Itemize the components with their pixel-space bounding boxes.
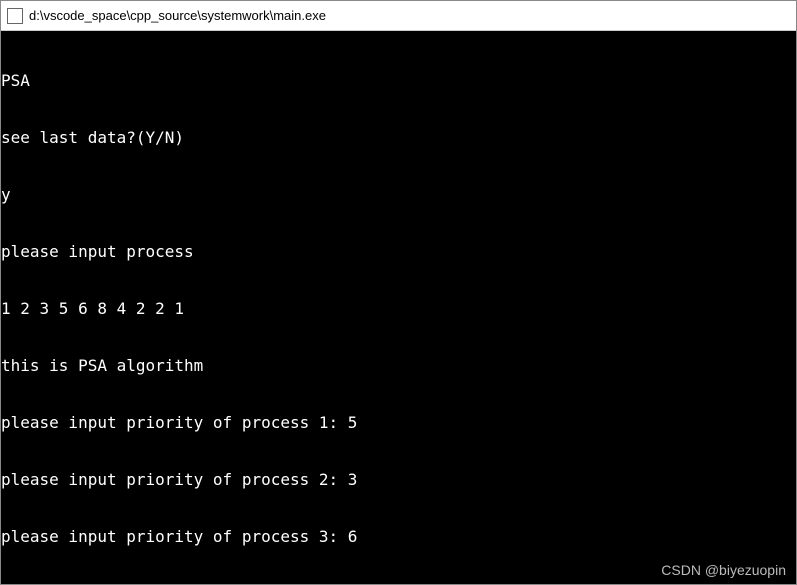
console-line: y	[1, 185, 796, 204]
console-window: d:\vscode_space\cpp_source\systemwork\ma…	[0, 0, 797, 585]
console-line: this is PSA algorithm	[1, 356, 796, 375]
console-line: 1 2 3 5 6 8 4 2 2 1	[1, 299, 796, 318]
console-line: please input process	[1, 242, 796, 261]
console-line: please input priority of process 1: 5	[1, 413, 796, 432]
console-output[interactable]: PSA see last data?(Y/N) y please input p…	[1, 31, 796, 584]
console-line: please input priority of process 2: 3	[1, 470, 796, 489]
window-title: d:\vscode_space\cpp_source\systemwork\ma…	[29, 8, 326, 23]
titlebar[interactable]: d:\vscode_space\cpp_source\systemwork\ma…	[1, 1, 796, 31]
console-line: PSA	[1, 71, 796, 90]
app-icon	[7, 8, 23, 24]
console-line: see last data?(Y/N)	[1, 128, 796, 147]
watermark: CSDN @biyezuopin	[661, 561, 786, 580]
console-line: please input priority of process 3: 6	[1, 527, 796, 546]
